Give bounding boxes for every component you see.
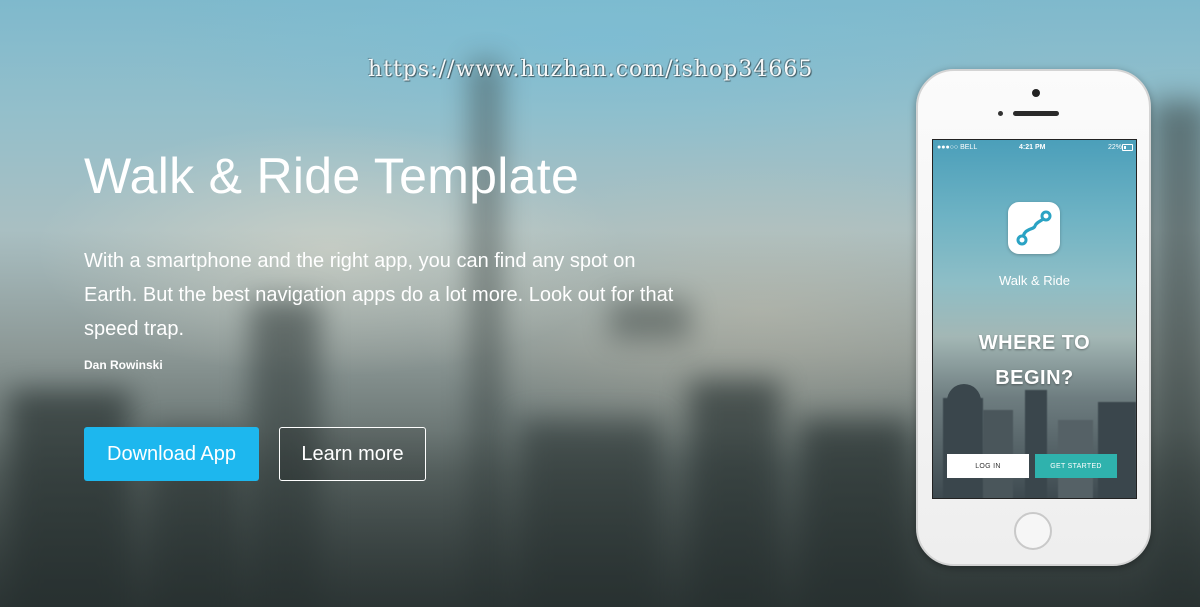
route-path-icon <box>1008 202 1060 254</box>
phone-speaker <box>1013 111 1059 116</box>
phone-sensor <box>998 111 1003 116</box>
hero-section: https://www.huzhan.com/ishop34665 Walk &… <box>0 0 1200 607</box>
background-building <box>800 420 910 607</box>
screen-building <box>1098 402 1136 498</box>
background-building <box>520 420 660 607</box>
background-building <box>1150 100 1200 607</box>
background-building <box>690 380 780 607</box>
hero-description: With a smartphone and the right app, you… <box>84 250 674 340</box>
log-in-button[interactable]: LOG IN <box>947 454 1029 478</box>
background-building <box>10 390 130 607</box>
get-started-button[interactable]: GET STARTED <box>1035 454 1117 478</box>
phone-screen: ●●●○○ BELL 4:21 PM 22% Walk & Ride WHERE… <box>932 139 1137 499</box>
screen-building <box>943 398 983 498</box>
app-name: Walk & Ride <box>998 273 1071 288</box>
screen-headline-line: BEGIN? <box>995 367 1074 389</box>
hero-author: Dan Rowinski <box>84 358 163 372</box>
status-time: 4:21 PM <box>1019 144 1046 151</box>
screen-building <box>1025 390 1047 498</box>
screen-headline: WHERE TO BEGIN? <box>933 326 1136 396</box>
download-app-button[interactable]: Download App <box>84 427 259 481</box>
status-battery-level: 22% <box>1107 144 1122 151</box>
watermark-url: https://www.huzhan.com/ishop34665 <box>368 57 814 82</box>
phone-camera <box>1032 89 1040 97</box>
status-carrier: ●●●○○ BELL <box>937 144 978 151</box>
phone-home-button <box>1014 512 1052 550</box>
phone-mockup: ●●●○○ BELL 4:21 PM 22% Walk & Ride WHERE… <box>916 69 1151 566</box>
hero-title: Walk & Ride Template <box>84 148 580 204</box>
learn-more-button[interactable]: Learn more <box>279 427 426 481</box>
phone-status-bar: ●●●○○ BELL 4:21 PM 22% <box>933 140 1136 156</box>
screen-headline-line: WHERE TO <box>978 332 1091 354</box>
battery-icon <box>1122 144 1133 151</box>
